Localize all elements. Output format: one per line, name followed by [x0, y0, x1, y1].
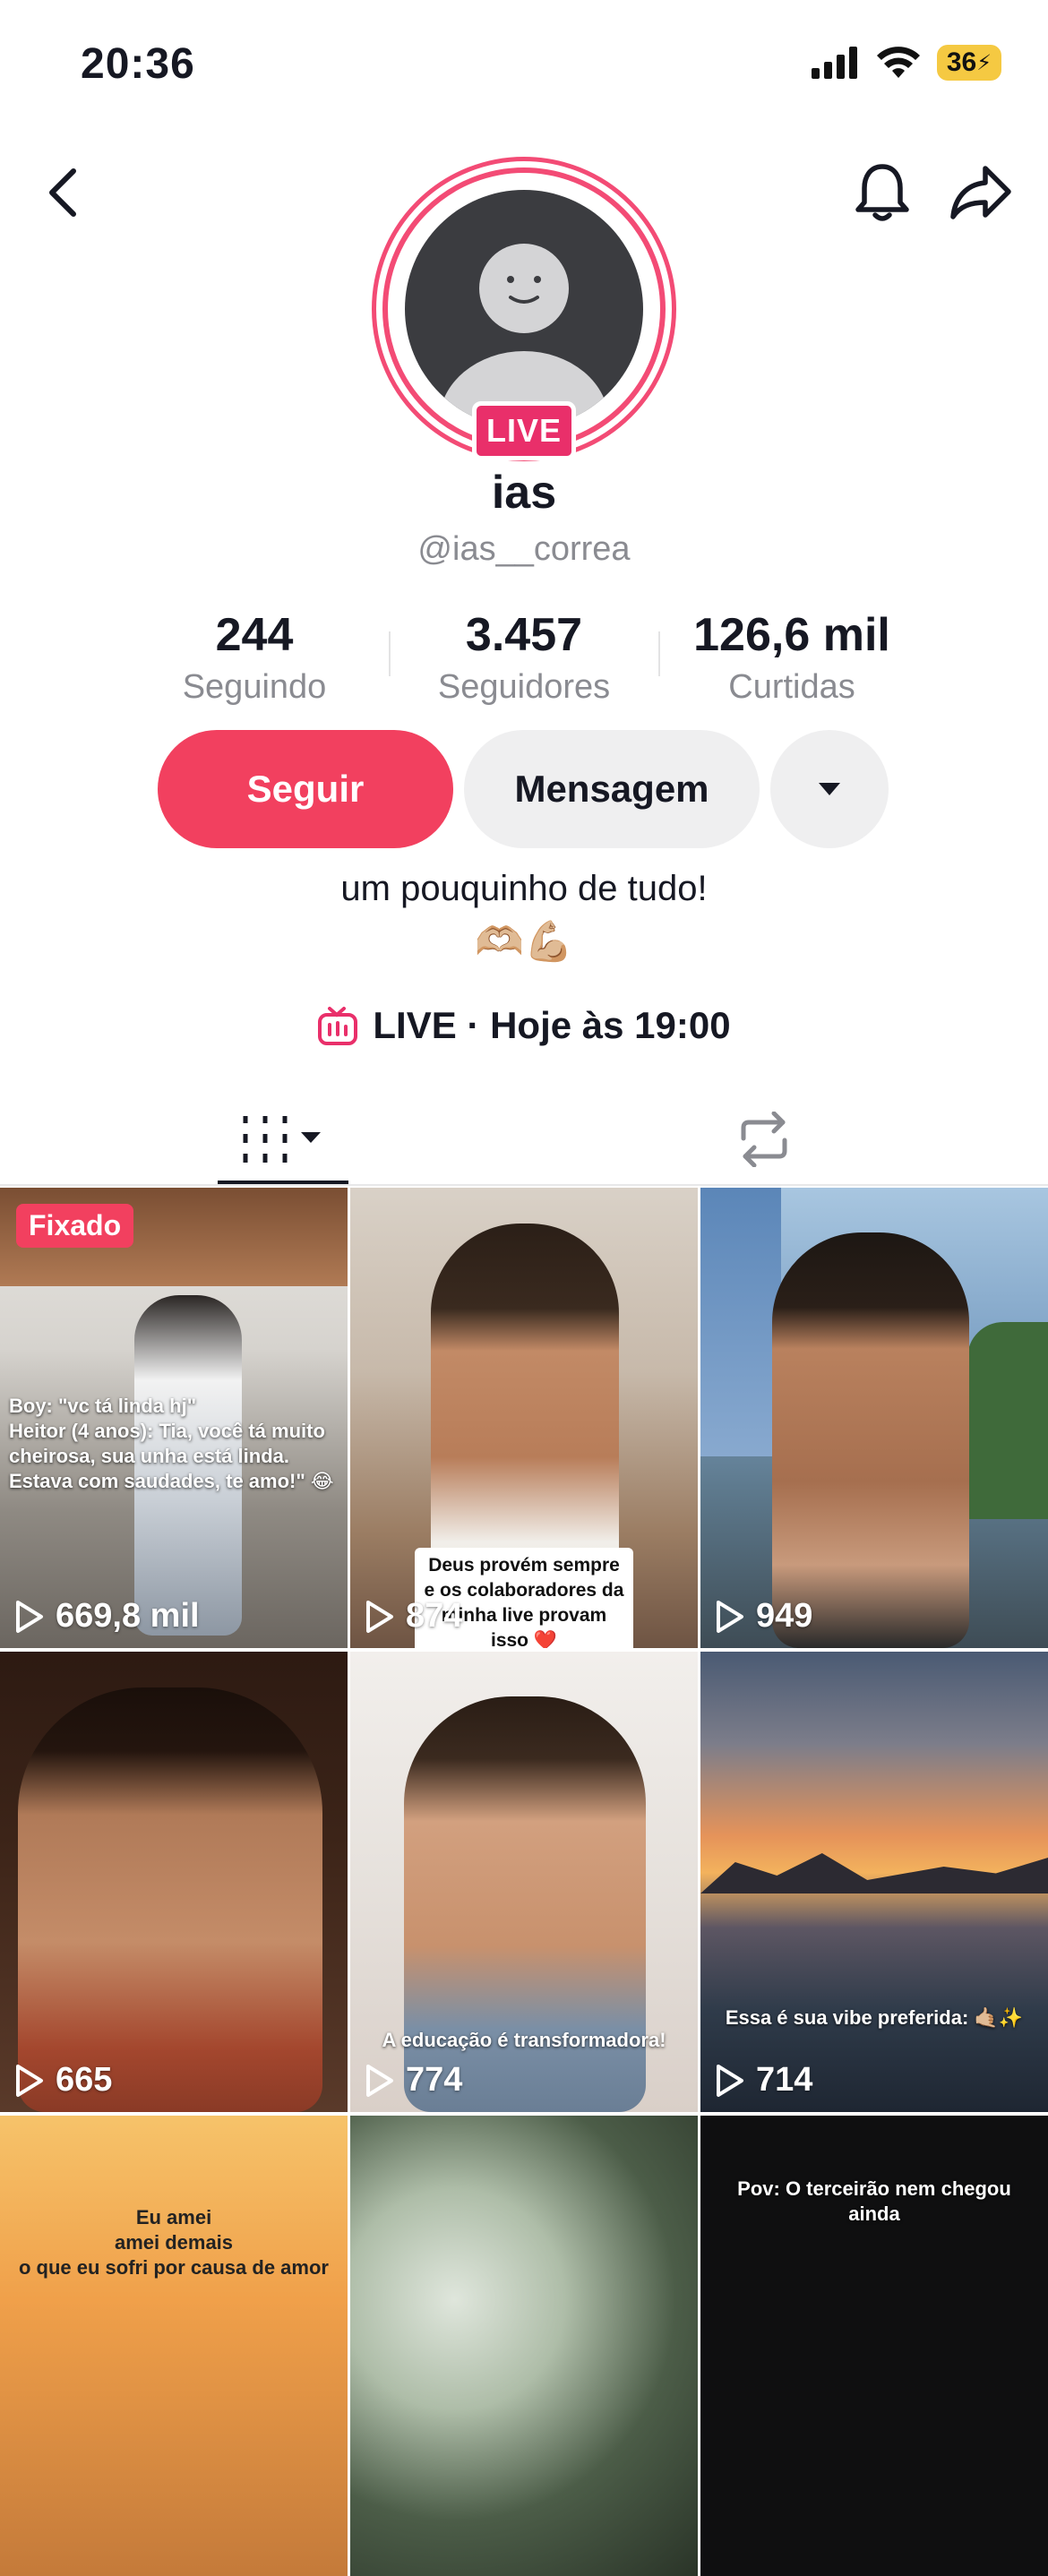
play-icon [16, 2064, 43, 2097]
suggested-accounts-button[interactable] [770, 730, 889, 848]
username: @ias__correa [417, 530, 631, 568]
status-time: 20:36 [81, 40, 195, 88]
grid-icon [243, 1116, 321, 1163]
stat-label: Seguindo [182, 668, 327, 706]
profile-avatar-live[interactable]: LIVE [372, 157, 676, 461]
profile-stats: 244 Seguindo 3.457 Seguidores 126,6 mil … [0, 605, 1048, 712]
status-bar: 20:36 36 ⚡ [0, 0, 1048, 125]
stat-likes[interactable]: 126,6 mil Curtidas [657, 605, 926, 708]
bio-text: um pouquinho de tudo! [340, 869, 708, 908]
repost-icon [741, 1112, 787, 1167]
charging-icon: ⚡ [976, 50, 992, 75]
play-icon [717, 1600, 743, 1633]
live-schedule-text: LIVE · Hoje às 19:00 [373, 1004, 731, 1046]
video-thumbnail[interactable]: Fixado Boy: "vc tá linda hj" Heitor (4 a… [0, 1188, 348, 1648]
view-count: 949 [715, 1597, 812, 1636]
video-thumbnail[interactable]: Eu amei amei demais o que eu sofri por c… [0, 2116, 348, 2576]
tabs-divider [0, 1184, 1048, 1186]
message-button[interactable]: Mensagem [464, 730, 760, 848]
view-count: 874 [365, 1597, 462, 1636]
display-name: ias [491, 467, 557, 519]
view-count: 665 [14, 2061, 112, 2099]
tab-reposts[interactable] [699, 1093, 829, 1186]
signal-icon [812, 47, 857, 79]
caret-down-icon [819, 783, 840, 795]
view-count-text: 774 [406, 2061, 463, 2099]
bio-emoji: 🫶🏼💪🏼 [475, 920, 573, 964]
view-count-text: 669,8 mil [56, 1597, 200, 1635]
video-caption-overlay: Pov: O terceirão nem chegou ainda [737, 2177, 1011, 2225]
video-caption-overlay: A educação é transformadora! [382, 2029, 666, 2051]
view-count: 714 [715, 2061, 812, 2099]
video-thumbnail[interactable]: 949 [700, 1188, 1048, 1648]
play-icon [366, 2064, 393, 2097]
video-thumbnail[interactable]: Essa é sua vibe preferida: 🤙🏼✨ 714 [700, 1652, 1048, 2112]
stat-label: Seguidores [437, 668, 611, 706]
video-thumbnail[interactable]: Deus provém sempre e os colaboradores da… [350, 1188, 698, 1648]
wifi-icon [877, 47, 920, 78]
thumbnail-bg-tree [967, 1322, 1048, 1519]
video-thumbnail[interactable]: Pov: O terceirão nem chegou ainda [700, 2116, 1048, 2576]
follow-button[interactable]: Seguir [158, 730, 453, 848]
view-count-text: 714 [756, 2061, 813, 2099]
notifications-button[interactable] [842, 152, 923, 233]
live-tv-icon [318, 1007, 358, 1045]
thumbnail-figure [772, 1232, 969, 1648]
back-arrow-icon [49, 168, 76, 217]
share-arrow-icon [950, 166, 1011, 219]
battery-level: 36 [946, 47, 977, 77]
thumbnail-figure [18, 1687, 322, 2112]
video-thumbnail[interactable]: 665 [0, 1652, 348, 2112]
stat-value: 3.457 [465, 609, 583, 661]
live-badge: LIVE [472, 401, 576, 460]
view-count: 774 [365, 2061, 462, 2099]
play-icon [16, 1600, 43, 1633]
play-icon [717, 2064, 743, 2097]
stat-value: 126,6 mil [693, 609, 890, 661]
video-caption-overlay: Eu amei amei demais o que eu sofri por c… [19, 2206, 329, 2279]
stat-label: Curtidas [728, 668, 855, 706]
view-count: 669,8 mil [14, 1597, 200, 1636]
pinned-badge: Fixado [16, 1204, 134, 1248]
tab-videos[interactable] [218, 1093, 348, 1186]
video-caption-overlay: Boy: "vc tá linda hj" Heitor (4 anos): T… [9, 1395, 334, 1492]
view-count-text: 874 [406, 1597, 463, 1635]
share-button[interactable] [941, 152, 1021, 233]
battery-indicator: 36 ⚡ [937, 45, 1001, 81]
play-icon [366, 1600, 393, 1633]
stat-value: 244 [215, 609, 294, 661]
video-thumbnail[interactable]: A educação é transformadora! 774 [350, 1652, 698, 2112]
status-indicators: 36 ⚡ [812, 45, 1001, 81]
bell-icon [855, 164, 909, 221]
back-button[interactable] [22, 152, 103, 233]
view-count-text: 949 [756, 1597, 813, 1635]
video-caption-overlay: Essa é sua vibe preferida: 🤙🏼✨ [725, 2006, 1024, 2029]
profile-tabs [0, 1093, 1048, 1186]
default-avatar-icon [439, 244, 609, 428]
live-schedule[interactable]: LIVE · Hoje às 19:00 [0, 999, 1048, 1052]
thumbnail-mountains [700, 1853, 1048, 1893]
stat-followers[interactable]: 3.457 Seguidores [390, 605, 658, 708]
video-thumbnail[interactable] [350, 2116, 698, 2576]
stat-following[interactable]: 244 Seguindo [120, 605, 389, 708]
thumbnail-bg-building [700, 1188, 781, 1456]
view-count-text: 665 [56, 2061, 113, 2099]
avatar [405, 190, 643, 428]
